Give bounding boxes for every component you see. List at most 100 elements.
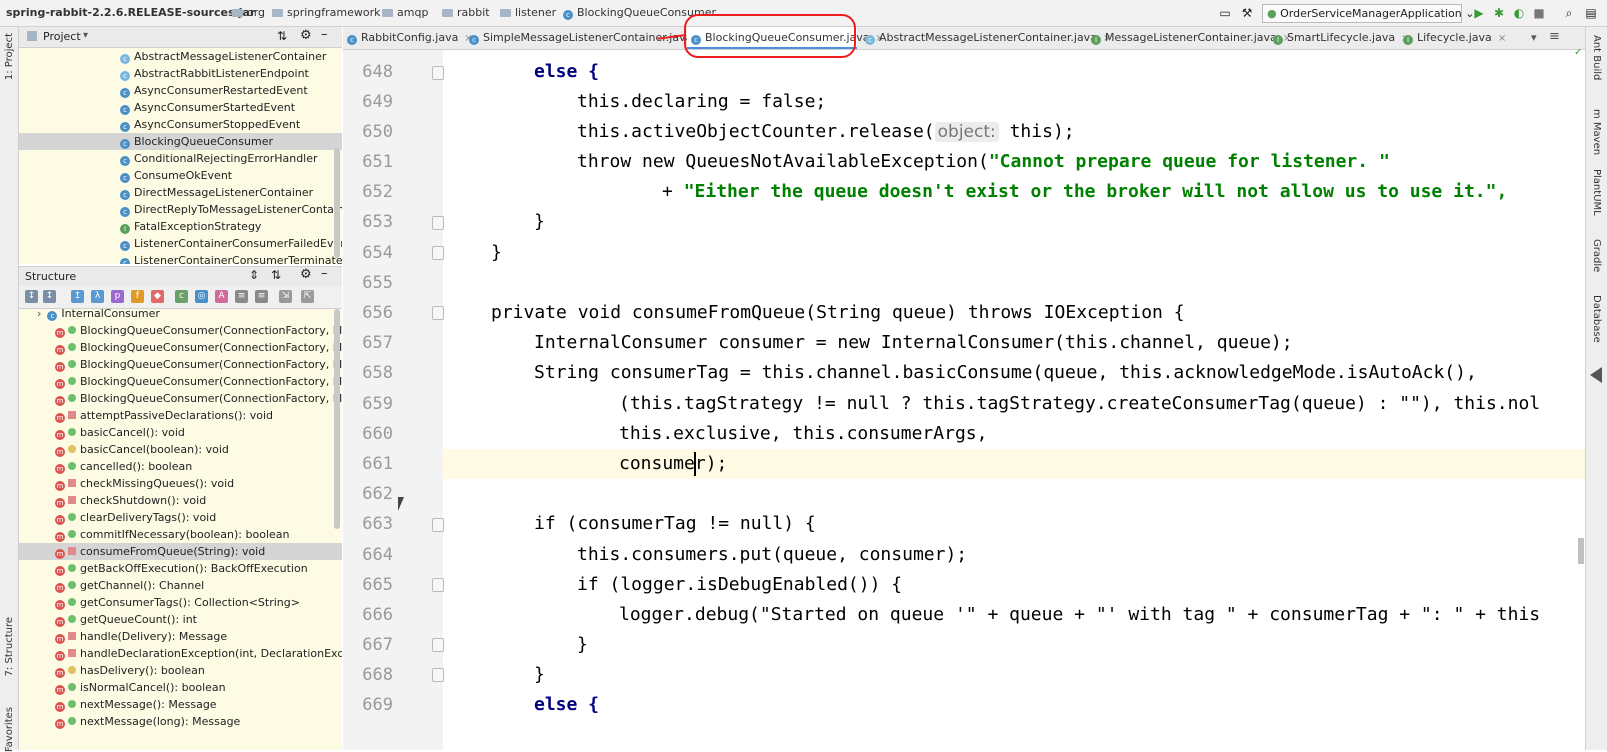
- list-item[interactable]: c AbstractRabbitListenerEndpoint: [19, 65, 342, 82]
- list-item[interactable]: m isNormalCancel(): boolean: [19, 679, 342, 696]
- list-item[interactable]: c ConditionalRejectingErrorHandler: [19, 150, 342, 167]
- fold-marker-icon[interactable]: [432, 668, 444, 682]
- list-item[interactable]: m nextMessage(): Message: [19, 696, 342, 713]
- list-item[interactable]: m clearDeliveryTags(): void: [19, 509, 342, 526]
- list-item[interactable]: c AbstractMessageListenerContainer: [19, 48, 342, 65]
- list-item[interactable]: m commitIfNecessary(boolean): boolean: [19, 526, 342, 543]
- list-item[interactable]: m nextMessage(long): Message: [19, 713, 342, 730]
- close-icon[interactable]: ×: [1498, 33, 1506, 44]
- list-item[interactable]: c AsyncConsumerRestartedEvent: [19, 82, 342, 99]
- show-non-public-icon[interactable]: ◆: [151, 290, 164, 303]
- list-item[interactable]: c DirectMessageListenerContainer: [19, 184, 342, 201]
- list-item[interactable]: c AsyncConsumerStartedEvent: [19, 99, 342, 116]
- list-item[interactable]: m BlockingQueueConsumer(ConnectionFactory…: [19, 373, 342, 390]
- list-item[interactable]: m BlockingQueueConsumer(ConnectionFactory…: [19, 356, 342, 373]
- breadcrumb-amqp[interactable]: amqp: [382, 6, 428, 19]
- list-item[interactable]: m cancelled(): boolean: [19, 458, 342, 475]
- hide-icon[interactable]: –: [321, 27, 328, 42]
- show-inherited-icon[interactable]: ↥: [71, 290, 84, 303]
- autoscroll-to-source-icon[interactable]: ⇲: [279, 290, 292, 303]
- list-item[interactable]: m handle(Delivery): Message: [19, 628, 342, 645]
- editor-menu-icon[interactable]: ≡: [1549, 29, 1560, 44]
- tab-overflow-icon[interactable]: ▾: [1531, 31, 1537, 44]
- collapse-all-icon[interactable]: ⇅: [277, 29, 287, 43]
- gradle-tool-button[interactable]: Gradle: [1591, 239, 1602, 272]
- run-config-selector[interactable]: ● OrderServiceManagerApplication ⌄: [1262, 4, 1474, 23]
- show-annotations-icon[interactable]: A: [215, 290, 228, 303]
- favorites-tool-button[interactable]: Favorites: [4, 707, 15, 752]
- breadcrumb-rabbit[interactable]: rabbit: [442, 6, 490, 19]
- list-item-selected[interactable]: m consumeFromQueue(String): void: [19, 543, 342, 560]
- collapse-all-icon[interactable]: ⇅: [271, 268, 281, 282]
- editor-scrollbar-thumb[interactable]: [1578, 538, 1584, 564]
- search-icon[interactable]: ⌕: [1562, 6, 1576, 20]
- gear-icon[interactable]: ⚙: [300, 267, 312, 282]
- project-panel-title[interactable]: Project: [43, 30, 81, 43]
- list-item[interactable]: m getBackOffExecution(): BackOffExecution: [19, 560, 342, 577]
- list-item[interactable]: m hasDelivery(): boolean: [19, 662, 342, 679]
- sort-alpha-icon[interactable]: ↕: [25, 290, 38, 303]
- structure-scrollbar[interactable]: [334, 309, 340, 529]
- database-tool-button[interactable]: Database: [1591, 295, 1602, 343]
- tab-abstractmessagelistenercontainer[interactable]: c AbstractMessageListenerContainer.java ×: [861, 27, 1111, 49]
- list-item[interactable]: I FatalExceptionStrategy: [19, 218, 342, 235]
- coverage-icon[interactable]: ◐: [1512, 6, 1526, 20]
- fold-marker-icon[interactable]: [432, 578, 444, 592]
- sort-visibility-icon[interactable]: ↕: [43, 290, 56, 303]
- fold-marker-icon[interactable]: [432, 216, 444, 230]
- fold-marker-icon[interactable]: [432, 518, 444, 532]
- list-item[interactable]: m checkShutdown(): void: [19, 492, 342, 509]
- breadcrumb-springframework[interactable]: springframework: [272, 6, 380, 19]
- structure-tool-button[interactable]: 7: Structure: [4, 617, 15, 676]
- list-item[interactable]: c ListenerContainerConsumerFailedEvent: [19, 235, 342, 252]
- ant-build-tool-button[interactable]: Ant Build: [1591, 35, 1602, 80]
- list-item[interactable]: m handleDeclarationException(int, Declara…: [19, 645, 342, 662]
- breadcrumb-jar[interactable]: spring-rabbit-2.2.6.RELEASE-sources.jar: [6, 6, 255, 19]
- fold-marker-icon[interactable]: [432, 66, 444, 80]
- list-item[interactable]: m basicCancel(): void: [19, 424, 342, 441]
- show-properties-icon[interactable]: p: [111, 290, 124, 303]
- list-item[interactable]: cListenerContainerConsumerTerminatedEven…: [19, 252, 342, 264]
- show-anonymous-icon[interactable]: c: [175, 290, 188, 303]
- list-item[interactable]: m BlockingQueueConsumer(ConnectionFactory…: [19, 339, 342, 356]
- fold-marker-icon[interactable]: [432, 638, 444, 652]
- list-item[interactable]: m checkMissingQueues(): void: [19, 475, 342, 492]
- list-item[interactable]: › c InternalConsumer: [19, 309, 342, 322]
- stop-icon[interactable]: ■: [1532, 6, 1546, 20]
- list-item[interactable]: m getQueueCount(): int: [19, 611, 342, 628]
- project-scrollbar[interactable]: [334, 148, 340, 258]
- list-item-selected[interactable]: c BlockingQueueConsumer: [19, 133, 342, 150]
- chevron-right-icon[interactable]: ›: [37, 309, 41, 320]
- show-fields-icon[interactable]: f: [131, 290, 144, 303]
- list-item[interactable]: m getChannel(): Channel: [19, 577, 342, 594]
- list-item[interactable]: c DirectReplyToMessageListenerContainer: [19, 201, 342, 218]
- list-item[interactable]: m BlockingQueueConsumer(ConnectionFactory…: [19, 322, 342, 339]
- list-item[interactable]: c AsyncConsumerStoppedEvent: [19, 116, 342, 133]
- collapse-icon[interactable]: ≡: [255, 290, 268, 303]
- tab-lifecycle[interactable]: I Lifecycle.java ×: [1399, 27, 1506, 49]
- fold-marker-icon[interactable]: [432, 246, 444, 260]
- project-tool-button[interactable]: 1: Project: [4, 33, 15, 80]
- list-item[interactable]: m attemptPassiveDeclarations(): void: [19, 407, 342, 424]
- breadcrumb-listener[interactable]: listener: [500, 6, 556, 19]
- window-icon[interactable]: ▭: [1218, 6, 1232, 20]
- split-icon[interactable]: ▤: [1584, 6, 1598, 20]
- maven-tool-button[interactable]: m Maven: [1591, 109, 1602, 155]
- run-icon[interactable]: ▶: [1472, 6, 1486, 20]
- plantuml-tool-button[interactable]: PlantUML: [1591, 169, 1602, 216]
- expand-icon[interactable]: ≡: [235, 290, 248, 303]
- list-item[interactable]: c ConsumeOkEvent: [19, 167, 342, 184]
- autoscroll-from-source-icon[interactable]: ⇱: [301, 290, 314, 303]
- tab-smartlifecycle[interactable]: ISmartLifecycle.java×: [1269, 27, 1409, 49]
- debug-icon[interactable]: ✱: [1492, 6, 1506, 20]
- fold-marker-icon[interactable]: [432, 306, 444, 320]
- show-toplevel-icon[interactable]: ◎: [195, 290, 208, 303]
- tab-rabbitconfig[interactable]: cRabbitConfig.java×: [343, 27, 473, 49]
- expand-all-icon[interactable]: ⇕: [249, 268, 259, 282]
- chevron-down-icon[interactable]: ▾: [83, 30, 88, 41]
- hide-icon[interactable]: –: [321, 266, 328, 281]
- list-item[interactable]: m BlockingQueueConsumer(ConnectionFactory…: [19, 390, 342, 407]
- collapse-arrow-icon[interactable]: [1590, 367, 1602, 383]
- tab-messagelistenercontainer[interactable]: I MessageListenerContainer.java ×: [1087, 27, 1291, 49]
- tab-simplemessagelistenercontainer[interactable]: cSimpleMessageListenerContainer.java×: [465, 27, 707, 49]
